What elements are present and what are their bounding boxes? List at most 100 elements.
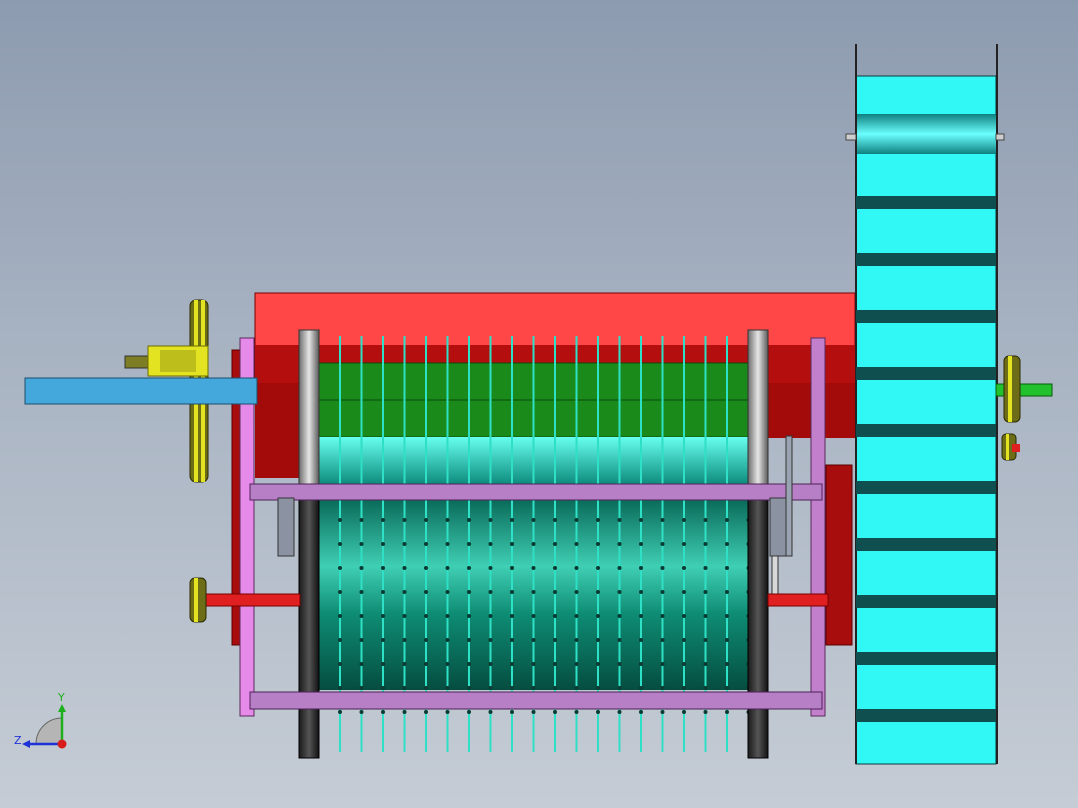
spike-tip bbox=[574, 518, 579, 522]
spike-tip bbox=[488, 686, 493, 690]
spike-tip bbox=[703, 710, 708, 714]
spike-tip bbox=[596, 590, 600, 594]
spike-tip bbox=[682, 686, 686, 690]
spike-tip bbox=[467, 686, 471, 690]
spike-tip bbox=[725, 518, 729, 522]
right-upper-pulley[interactable] bbox=[1003, 355, 1021, 423]
spike-tip bbox=[381, 518, 385, 522]
spike-tip bbox=[424, 614, 428, 618]
spike-tip bbox=[531, 710, 536, 714]
spike-tip bbox=[596, 686, 600, 690]
tread-band bbox=[856, 595, 996, 608]
spike-tip bbox=[531, 590, 536, 594]
left-lower-pulley[interactable] bbox=[189, 577, 207, 623]
right-lower-pulley[interactable] bbox=[1001, 433, 1020, 461]
spike-tip bbox=[703, 662, 708, 666]
spike-tip bbox=[660, 686, 665, 690]
spike-tip bbox=[574, 710, 579, 714]
spike-tip bbox=[338, 638, 342, 642]
spike-tip bbox=[660, 566, 665, 570]
tread-band bbox=[856, 481, 996, 494]
spike-tip bbox=[553, 590, 557, 594]
spike-tip bbox=[445, 638, 450, 642]
spike-tip bbox=[660, 614, 665, 618]
tread-band bbox=[856, 310, 996, 323]
tread-band bbox=[856, 367, 996, 380]
spike-tip bbox=[381, 638, 385, 642]
spike-tip bbox=[682, 662, 686, 666]
spike-tip bbox=[381, 590, 385, 594]
spike-tip bbox=[467, 614, 471, 618]
spike-tip bbox=[445, 710, 450, 714]
spike-tip bbox=[338, 662, 342, 666]
spike-tip bbox=[531, 638, 536, 642]
spike-tip bbox=[660, 518, 665, 522]
spike-tip bbox=[424, 638, 428, 642]
spike-tip bbox=[574, 566, 579, 570]
spike-tip bbox=[424, 710, 428, 714]
tread-band bbox=[856, 538, 996, 551]
spike-tip bbox=[381, 686, 385, 690]
spike-tip bbox=[639, 518, 643, 522]
spike-tip bbox=[488, 566, 493, 570]
spike-tip bbox=[381, 566, 385, 570]
spike-tip bbox=[617, 686, 622, 690]
spike-tip bbox=[574, 542, 579, 546]
spike-tip bbox=[531, 686, 536, 690]
spike-tip bbox=[639, 638, 643, 642]
spike-tip bbox=[617, 590, 622, 594]
spike-tip bbox=[596, 710, 600, 714]
spike-tip bbox=[682, 614, 686, 618]
spike-tip bbox=[424, 662, 428, 666]
spike-tip bbox=[660, 638, 665, 642]
spike-tip bbox=[617, 518, 622, 522]
spike-tip bbox=[574, 686, 579, 690]
spike-tip bbox=[725, 638, 729, 642]
spike-tip bbox=[359, 662, 364, 666]
spike-tip bbox=[574, 638, 579, 642]
spike-tip bbox=[510, 662, 514, 666]
spike-tip bbox=[703, 686, 708, 690]
tread-band bbox=[856, 652, 996, 665]
spike-tip bbox=[488, 542, 493, 546]
spike-tip bbox=[682, 566, 686, 570]
spike-tip bbox=[338, 590, 342, 594]
spike-tip bbox=[359, 638, 364, 642]
spike-tip bbox=[703, 542, 708, 546]
spike-tip bbox=[402, 542, 407, 546]
spike-tip bbox=[553, 518, 557, 522]
spike-tip bbox=[510, 566, 514, 570]
spike-tip bbox=[381, 710, 385, 714]
spike-tip bbox=[402, 710, 407, 714]
spike-tip bbox=[553, 662, 557, 666]
spike-tip bbox=[488, 710, 493, 714]
spike-tip bbox=[467, 638, 471, 642]
spike-tip bbox=[682, 542, 686, 546]
spike-tip bbox=[381, 542, 385, 546]
spike-tip bbox=[445, 518, 450, 522]
spike-tip bbox=[617, 566, 622, 570]
spike-tip bbox=[488, 518, 493, 522]
spike-tip bbox=[574, 590, 579, 594]
spike-tip bbox=[531, 662, 536, 666]
spike-tip bbox=[338, 686, 342, 690]
spike-tip bbox=[703, 614, 708, 618]
spike-tip bbox=[725, 566, 729, 570]
left-input-shaft[interactable] bbox=[124, 345, 209, 377]
spike-tip bbox=[660, 590, 665, 594]
spike-tip bbox=[596, 662, 600, 666]
model-view[interactable]: Y Z bbox=[0, 0, 1078, 808]
spike-tip bbox=[596, 542, 600, 546]
spike-tip bbox=[617, 542, 622, 546]
blue-drive-beam[interactable] bbox=[24, 377, 258, 405]
spike-tip bbox=[359, 710, 364, 714]
cad-viewport[interactable]: Y Z bbox=[0, 0, 1078, 808]
spike-tip bbox=[660, 542, 665, 546]
spike-tip bbox=[424, 518, 428, 522]
spike-tip bbox=[467, 518, 471, 522]
spike-tip bbox=[531, 542, 536, 546]
spike-tip bbox=[596, 518, 600, 522]
spike-tip bbox=[359, 590, 364, 594]
spike-tip bbox=[467, 542, 471, 546]
spike-tip bbox=[553, 710, 557, 714]
